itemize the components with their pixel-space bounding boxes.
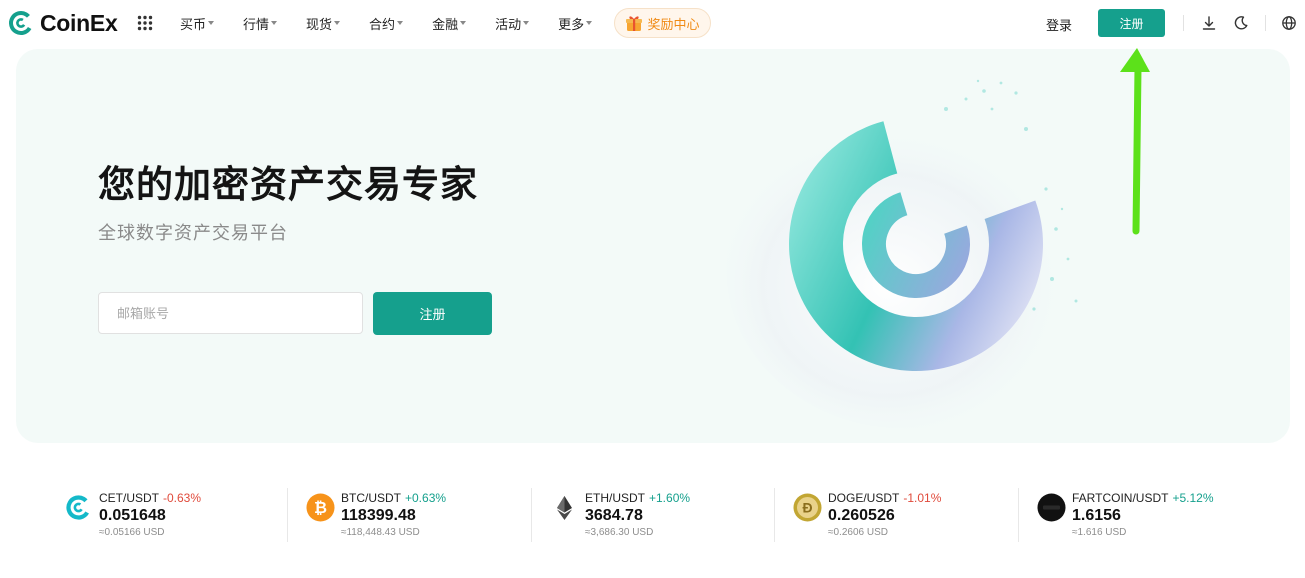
globe-icon[interactable] bbox=[1281, 15, 1297, 31]
header-divider bbox=[1265, 15, 1266, 31]
ticker-pair: DOGE/USDT bbox=[828, 491, 900, 505]
header-divider bbox=[1183, 15, 1184, 31]
bitcoin-icon: ₿ bbox=[306, 493, 335, 522]
caret-down-icon bbox=[460, 21, 467, 25]
nav-futures[interactable]: 合约 bbox=[369, 14, 404, 33]
ticker-pair: FARTCOIN/USDT bbox=[1072, 491, 1169, 505]
market-ticker-bar: CET/USDT -0.63% 0.051648 ≈0.05166 USD ₿ B… bbox=[44, 488, 1274, 542]
svg-text:₿: ₿ bbox=[314, 499, 327, 517]
ticker-divider bbox=[774, 488, 775, 542]
nav-label: 合约 bbox=[369, 16, 396, 32]
ticker-cet[interactable]: CET/USDT -0.63% 0.051648 ≈0.05166 USD bbox=[64, 488, 264, 542]
ticker-divider bbox=[531, 488, 532, 542]
cet-icon bbox=[66, 495, 91, 520]
ticker-price: 0.260526 bbox=[828, 507, 895, 524]
nav-label: 现货 bbox=[306, 16, 333, 32]
coinex-logo[interactable]: CoinEx bbox=[8, 9, 118, 37]
ticker-divider bbox=[1018, 488, 1019, 542]
ticker-usd-value: ≈1.616 USD bbox=[1072, 527, 1127, 538]
hero-title: 您的加密资产交易专家 bbox=[98, 164, 478, 205]
nav-buy-crypto[interactable]: 买币 bbox=[180, 14, 215, 33]
ticker-usd-value: ≈0.2606 USD bbox=[828, 527, 888, 538]
nav-label: 行情 bbox=[243, 16, 270, 32]
login-link[interactable]: 登录 bbox=[1046, 15, 1072, 34]
nav-finance[interactable]: 金融 bbox=[432, 14, 467, 33]
caret-down-icon bbox=[271, 21, 278, 25]
ticker-pair-line: FARTCOIN/USDT +5.12% bbox=[1072, 491, 1214, 505]
ticker-btc[interactable]: ₿ BTC/USDT +0.63% 118399.48 ≈118,448.43 U… bbox=[306, 488, 506, 542]
caret-down-icon bbox=[586, 21, 593, 25]
nav-label: 活动 bbox=[495, 16, 522, 32]
ticker-change: +1.60% bbox=[649, 491, 691, 505]
caret-down-icon bbox=[523, 21, 530, 25]
register-button-header[interactable]: 注册 bbox=[1098, 9, 1165, 37]
ticker-price: 3684.78 bbox=[585, 507, 643, 524]
coinex-3d-logo-illustration bbox=[726, 79, 1086, 429]
ticker-pair: ETH/USDT bbox=[585, 491, 645, 505]
rewards-center-button[interactable]: 奖励中心 bbox=[614, 8, 711, 38]
svg-text:Ð: Ð bbox=[802, 500, 812, 516]
email-input[interactable] bbox=[98, 292, 363, 334]
ticker-pair: BTC/USDT bbox=[341, 491, 401, 505]
fartcoin-icon bbox=[1037, 493, 1066, 522]
ticker-pair: CET/USDT bbox=[99, 491, 159, 505]
gift-icon bbox=[626, 16, 643, 31]
ticker-change: -1.01% bbox=[903, 491, 942, 505]
download-icon[interactable] bbox=[1201, 15, 1217, 31]
brand-name: CoinEx bbox=[40, 9, 118, 36]
moon-icon[interactable] bbox=[1233, 15, 1249, 31]
caret-down-icon bbox=[397, 21, 404, 25]
nav-label: 金融 bbox=[432, 16, 459, 32]
ticker-usd-value: ≈118,448.43 USD bbox=[341, 527, 420, 538]
hero-subtitle: 全球数字资产交易平台 bbox=[98, 223, 288, 243]
ethereum-icon bbox=[557, 496, 572, 520]
ticker-fartcoin[interactable]: FARTCOIN/USDT +5.12% 1.6156 ≈1.616 USD bbox=[1037, 488, 1247, 542]
ticker-change: +0.63% bbox=[405, 491, 447, 505]
dogecoin-icon: Ð bbox=[793, 493, 822, 522]
apps-grid-icon[interactable] bbox=[137, 15, 153, 31]
nav-activities[interactable]: 活动 bbox=[495, 14, 530, 33]
rewards-label: 奖励中心 bbox=[647, 16, 700, 32]
ticker-price: 118399.48 bbox=[341, 507, 416, 524]
ticker-price: 0.051648 bbox=[99, 507, 166, 524]
caret-down-icon bbox=[334, 21, 341, 25]
ticker-change: +5.12% bbox=[1172, 491, 1214, 505]
register-button-hero[interactable]: 注册 bbox=[373, 292, 492, 335]
ticker-divider bbox=[287, 488, 288, 542]
ticker-eth[interactable]: ETH/USDT +1.60% 3684.78 ≈3,686.30 USD bbox=[550, 488, 750, 542]
ticker-pair-line: DOGE/USDT -1.01% bbox=[828, 491, 941, 505]
caret-down-icon bbox=[208, 21, 215, 25]
ticker-pair-line: BTC/USDT +0.63% bbox=[341, 491, 446, 505]
ticker-pair-line: CET/USDT -0.63% bbox=[99, 491, 201, 505]
ticker-price: 1.6156 bbox=[1072, 507, 1121, 524]
hero-banner: 您的加密资产交易专家 全球数字资产交易平台 注册 bbox=[16, 49, 1290, 443]
nav-more[interactable]: 更多 bbox=[558, 14, 593, 33]
nav-markets[interactable]: 行情 bbox=[243, 14, 278, 33]
nav-spot[interactable]: 现货 bbox=[306, 14, 341, 33]
ticker-change: -0.63% bbox=[163, 491, 202, 505]
ticker-usd-value: ≈0.05166 USD bbox=[99, 527, 165, 538]
top-navbar: CoinEx 买币 行情 现货 合约 金融 活动 更多 奖励中心 登录 注册 bbox=[0, 0, 1305, 46]
main-nav: 买币 行情 现货 合约 金融 活动 更多 bbox=[180, 0, 621, 46]
nav-label: 买币 bbox=[180, 16, 207, 32]
annotation-arrow-icon bbox=[1120, 48, 1150, 235]
ticker-doge[interactable]: Ð DOGE/USDT -1.01% 0.260526 ≈0.2606 USD bbox=[793, 488, 993, 542]
nav-label: 更多 bbox=[558, 16, 585, 32]
ticker-usd-value: ≈3,686.30 USD bbox=[585, 527, 654, 538]
ticker-pair-line: ETH/USDT +1.60% bbox=[585, 491, 690, 505]
coinex-logo-icon bbox=[9, 11, 33, 35]
